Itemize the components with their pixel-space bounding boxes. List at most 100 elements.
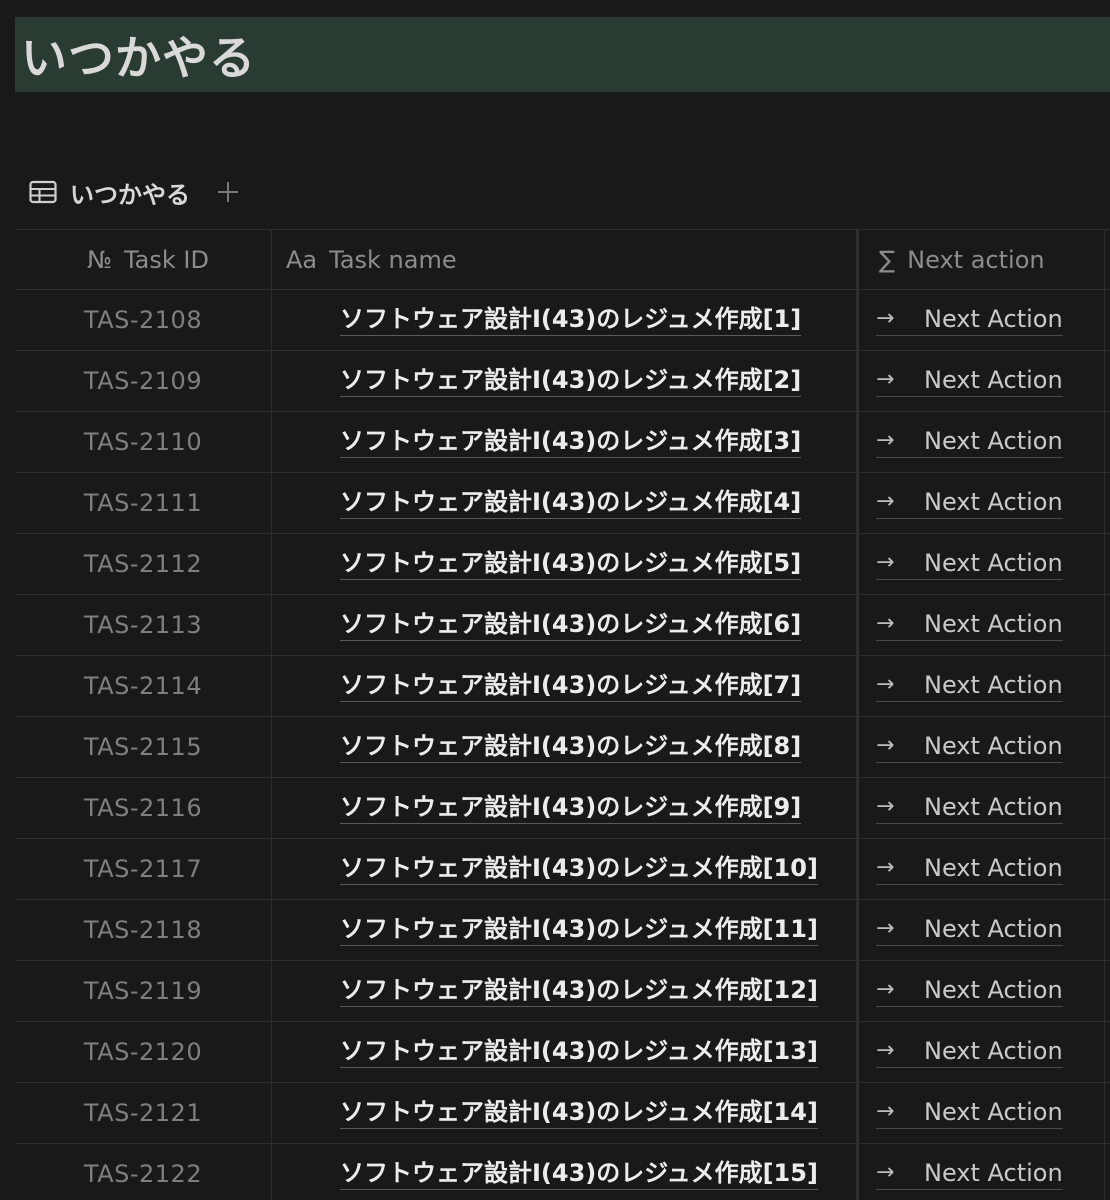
task-id: TAS-2111 (83, 489, 203, 517)
task-id: TAS-2114 (83, 672, 203, 700)
table-row[interactable]: TAS-2118 ソフトウェア設計I(43)のレジュメ作成[11] → Next Ac… (15, 900, 1110, 961)
next-action-cell: → Next Action (859, 778, 1105, 838)
next-action-label: Next Action (924, 365, 1063, 394)
table-row[interactable]: TAS-2121 ソフトウェア設計I(43)のレジュメ作成[14] → Next Ac… (15, 1083, 1110, 1144)
next-action-label: Next Action (924, 853, 1063, 882)
view-tab-table[interactable]: いつかやる (28, 175, 190, 210)
next-action-cell: → Next Action (859, 1022, 1105, 1082)
next-action-link[interactable]: → Next Action (876, 549, 1063, 580)
task-name-link[interactable]: ソフトウェア設計I(43)のレジュメ作成[5] (340, 548, 802, 580)
table-row[interactable]: TAS-2109 ソフトウェア設計I(43)のレジュメ作成[2] → Next Act… (15, 351, 1110, 412)
task-id: TAS-2113 (83, 611, 203, 639)
task-id: TAS-2110 (83, 428, 203, 456)
task-name-cell: ソフトウェア設計I(43)のレジュメ作成[2] (272, 351, 859, 411)
arrow-right-icon: → (876, 855, 895, 880)
arrow-right-icon: → (876, 550, 895, 575)
next-action-cell: → Next Action (859, 351, 1105, 411)
next-action-link[interactable]: → Next Action (876, 488, 1063, 519)
text-icon: Aa (286, 245, 318, 274)
task-id-cell: TAS-2117 (15, 839, 272, 899)
number-icon: № (87, 245, 112, 274)
arrow-right-icon: → (876, 611, 895, 636)
next-action-link[interactable]: → Next Action (876, 976, 1063, 1007)
table-row[interactable]: TAS-2113 ソフトウェア設計I(43)のレジュメ作成[6] → Next Act… (15, 595, 1110, 656)
task-name-cell: ソフトウェア設計I(43)のレジュメ作成[4] (272, 473, 859, 533)
next-action-link[interactable]: → Next Action (876, 610, 1063, 641)
column-header-label: Task ID (123, 245, 209, 274)
table-row[interactable]: TAS-2116 ソフトウェア設計I(43)のレジュメ作成[9] → Next Act… (15, 778, 1110, 839)
arrow-right-icon: → (876, 1160, 895, 1185)
next-action-link[interactable]: → Next Action (876, 732, 1063, 763)
task-name-link[interactable]: ソフトウェア設計I(43)のレジュメ作成[6] (340, 609, 802, 641)
arrow-right-icon: → (876, 672, 895, 697)
next-action-label: Next Action (924, 975, 1063, 1004)
formula-icon: ∑ (879, 245, 896, 274)
task-id-cell: TAS-2109 (15, 351, 272, 411)
task-id: TAS-2115 (83, 733, 203, 761)
table-row[interactable]: TAS-2119 ソフトウェア設計I(43)のレジュメ作成[12] → Next Ac… (15, 961, 1110, 1022)
next-action-link[interactable]: → Next Action (876, 305, 1063, 336)
column-header-label: Next action (907, 245, 1045, 274)
table-row[interactable]: TAS-2117 ソフトウェア設計I(43)のレジュメ作成[10] → Next Ac… (15, 839, 1110, 900)
task-id: TAS-2118 (83, 916, 203, 944)
plus-icon[interactable] (212, 176, 244, 208)
next-action-link[interactable]: → Next Action (876, 366, 1063, 397)
next-action-link[interactable]: → Next Action (876, 854, 1063, 885)
task-name-link[interactable]: ソフトウェア設計I(43)のレジュメ作成[3] (340, 426, 802, 458)
next-action-link[interactable]: → Next Action (876, 915, 1063, 946)
task-id-cell: TAS-2116 (15, 778, 272, 838)
next-action-label: Next Action (924, 1097, 1063, 1126)
next-action-cell: → Next Action (859, 717, 1105, 777)
column-header-task-name[interactable]: Aa Task name (272, 230, 859, 289)
next-action-label: Next Action (924, 792, 1063, 821)
task-name-link[interactable]: ソフトウェア設計I(43)のレジュメ作成[2] (340, 365, 802, 397)
task-id: TAS-2119 (83, 977, 203, 1005)
table-row[interactable]: TAS-2112 ソフトウェア設計I(43)のレジュメ作成[5] → Next Act… (15, 534, 1110, 595)
next-action-link[interactable]: → Next Action (876, 1159, 1063, 1190)
task-name-cell: ソフトウェア設計I(43)のレジュメ作成[14] (272, 1083, 859, 1143)
task-id-cell: TAS-2112 (15, 534, 272, 594)
table-row[interactable]: TAS-2114 ソフトウェア設計I(43)のレジュメ作成[7] → Next Act… (15, 656, 1110, 717)
next-action-label: Next Action (924, 609, 1063, 638)
next-action-label: Next Action (924, 914, 1063, 943)
next-action-label: Next Action (924, 426, 1063, 455)
next-action-link[interactable]: → Next Action (876, 793, 1063, 824)
task-name-cell: ソフトウェア設計I(43)のレジュメ作成[6] (272, 595, 859, 655)
task-id-cell: TAS-2110 (15, 412, 272, 472)
column-header-task-id[interactable]: № Task ID (15, 230, 272, 289)
next-action-label: Next Action (924, 487, 1063, 516)
table-row[interactable]: TAS-2108 ソフトウェア設計I(43)のレジュメ作成[1] → Next Act… (15, 290, 1110, 351)
database-table: № Task ID Aa Task name ∑ Next action TAS… (15, 229, 1110, 1200)
task-name-link[interactable]: ソフトウェア設計I(43)のレジュメ作成[13] (340, 1036, 818, 1068)
next-action-link[interactable]: → Next Action (876, 1037, 1063, 1068)
table-row[interactable]: TAS-2110 ソフトウェア設計I(43)のレジュメ作成[3] → Next Act… (15, 412, 1110, 473)
task-name-cell: ソフトウェア設計I(43)のレジュメ作成[9] (272, 778, 859, 838)
column-header-next-action[interactable]: ∑ Next action (859, 230, 1105, 289)
task-id-cell: TAS-2108 (15, 290, 272, 350)
task-name-link[interactable]: ソフトウェア設計I(43)のレジュメ作成[14] (340, 1097, 818, 1129)
next-action-link[interactable]: → Next Action (876, 671, 1063, 702)
task-id-cell: TAS-2120 (15, 1022, 272, 1082)
task-name-link[interactable]: ソフトウェア設計I(43)のレジュメ作成[9] (340, 792, 802, 824)
task-name-link[interactable]: ソフトウェア設計I(43)のレジュメ作成[8] (340, 731, 802, 763)
page-title[interactable]: いつかやる (21, 22, 256, 88)
table-row[interactable]: TAS-2111 ソフトウェア設計I(43)のレジュメ作成[4] → Next Act… (15, 473, 1110, 534)
task-name-link[interactable]: ソフトウェア設計I(43)のレジュメ作成[11] (340, 914, 818, 946)
table-row[interactable]: TAS-2120 ソフトウェア設計I(43)のレジュメ作成[13] → Next Ac… (15, 1022, 1110, 1083)
task-name-link[interactable]: ソフトウェア設計I(43)のレジュメ作成[15] (340, 1158, 818, 1190)
table-header: № Task ID Aa Task name ∑ Next action (15, 229, 1110, 290)
task-id: TAS-2116 (83, 794, 203, 822)
task-name-cell: ソフトウェア設計I(43)のレジュメ作成[13] (272, 1022, 859, 1082)
task-name-link[interactable]: ソフトウェア設計I(43)のレジュメ作成[4] (340, 487, 802, 519)
next-action-link[interactable]: → Next Action (876, 1098, 1063, 1129)
task-name-link[interactable]: ソフトウェア設計I(43)のレジュメ作成[12] (340, 975, 818, 1007)
task-id: TAS-2121 (83, 1099, 203, 1127)
task-name-link[interactable]: ソフトウェア設計I(43)のレジュメ作成[7] (340, 670, 802, 702)
next-action-link[interactable]: → Next Action (876, 427, 1063, 458)
table-row[interactable]: TAS-2122 ソフトウェア設計I(43)のレジュメ作成[15] → Next Ac… (15, 1144, 1110, 1200)
table-row[interactable]: TAS-2115 ソフトウェア設計I(43)のレジュメ作成[8] → Next Act… (15, 717, 1110, 778)
task-id: TAS-2109 (83, 367, 203, 395)
task-name-link[interactable]: ソフトウェア設計I(43)のレジュメ作成[1] (340, 304, 802, 336)
arrow-right-icon: → (876, 306, 895, 331)
task-name-link[interactable]: ソフトウェア設計I(43)のレジュメ作成[10] (340, 853, 818, 885)
